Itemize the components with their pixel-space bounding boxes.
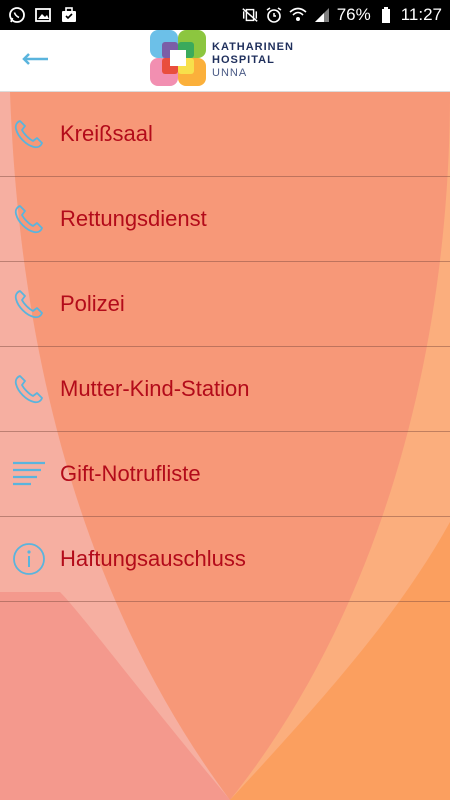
app-header: KATHARINEN HOSPITAL UNNA — [0, 30, 450, 92]
logo-cross-icon — [150, 30, 206, 91]
battery-level: 76% — [336, 5, 371, 24]
menu-list: Kreißsaal Rettungsdienst Polizei Mutter-… — [0, 92, 450, 602]
phone-icon — [4, 347, 54, 432]
info-icon — [4, 517, 54, 602]
logo-text-line1: KATHARINEN — [212, 41, 294, 53]
phone-icon — [4, 177, 54, 262]
image-icon — [34, 6, 52, 24]
menu-item-label: Mutter-Kind-Station — [60, 376, 250, 401]
menu-item-label: Gift-Notrufliste — [60, 461, 201, 486]
menu-item-gift-notrufliste[interactable]: Gift-Notrufliste — [0, 432, 450, 517]
menu-item-kreisssaal[interactable]: Kreißsaal — [0, 92, 450, 177]
briefcase-icon — [60, 6, 78, 24]
status-bar: 76% 11:27 — [0, 0, 450, 30]
menu-item-label: Rettungsdienst — [60, 206, 207, 231]
menu-item-haftungsauschluss[interactable]: Haftungsauschluss — [0, 517, 450, 602]
back-arrow-icon — [20, 52, 50, 70]
phone-icon — [4, 262, 54, 347]
hospital-logo: KATHARINEN HOSPITAL UNNA — [150, 30, 294, 91]
phone-icon — [4, 92, 54, 177]
wifi-icon — [289, 6, 307, 24]
menu-item-mutter-kind-station[interactable]: Mutter-Kind-Station — [0, 347, 450, 432]
menu-item-label: Polizei — [60, 291, 125, 316]
whatsapp-icon — [8, 6, 26, 24]
menu-item-label: Kreißsaal — [60, 121, 153, 146]
menu-item-label: Haftungsauschluss — [60, 546, 246, 571]
logo-text-line3: UNNA — [212, 67, 248, 79]
vibrate-icon — [241, 6, 259, 24]
menu-item-rettungsdienst[interactable]: Rettungsdienst — [0, 177, 450, 262]
clock-time: 11:27 — [400, 5, 442, 24]
battery-icon — [377, 6, 395, 24]
signal-icon — [313, 6, 331, 24]
menu-item-polizei[interactable]: Polizei — [0, 262, 450, 347]
back-button[interactable] — [0, 30, 70, 92]
list-icon — [4, 432, 54, 517]
alarm-icon — [265, 6, 283, 24]
logo-text-line2: HOSPITAL — [212, 54, 275, 66]
